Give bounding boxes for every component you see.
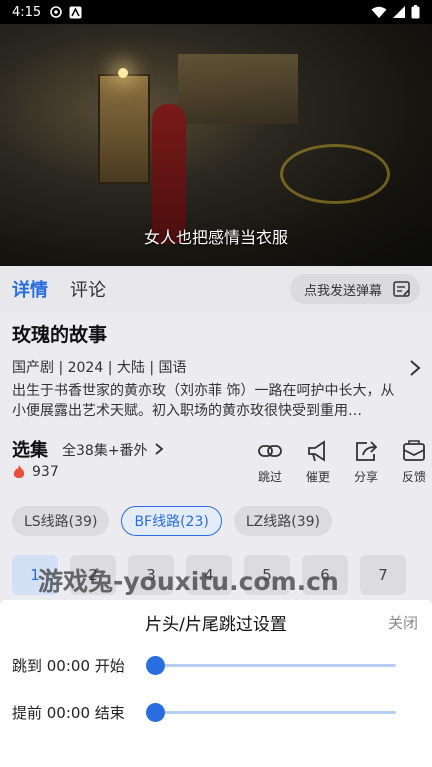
- tab-comments[interactable]: 评论: [70, 276, 106, 302]
- scene-bicycles: [280, 144, 390, 204]
- close-button[interactable]: 关闭: [388, 612, 418, 633]
- scene-person: [152, 104, 186, 244]
- video-subtitle: 女人也把感情当衣服: [143, 228, 288, 247]
- episodes-header: 选集 全38集+番外 937 跳过 催更 分享 反馈: [12, 436, 432, 486]
- notification-a-icon: [69, 6, 82, 18]
- intro-skip-row: 跳到 00:00 开始: [12, 653, 422, 677]
- skip-button[interactable]: 跳过: [246, 438, 294, 485]
- urge-update-button[interactable]: 催更: [294, 438, 342, 485]
- wifi-icon: [371, 6, 387, 18]
- share-icon: [356, 441, 378, 461]
- chevron-right-icon[interactable]: [408, 358, 422, 378]
- feedback-mail-icon: [403, 440, 425, 461]
- intro-slider-thumb[interactable]: [146, 655, 165, 675]
- episodes-title: 选集: [12, 440, 48, 461]
- feedback-label: 反馈: [401, 470, 426, 484]
- tab-details[interactable]: 详情: [12, 276, 48, 302]
- outro-skip-row: 提前 00:00 结束: [12, 700, 422, 724]
- route-selector: LS线路(39) BF线路(23) LZ线路(39): [12, 506, 332, 536]
- feedback-button[interactable]: 反馈: [390, 438, 432, 485]
- outro-slider-thumb[interactable]: [146, 702, 165, 722]
- scene-window: [178, 54, 298, 124]
- status-bar: 4:15: [0, 0, 432, 24]
- skip-settings-sheet: 片头/片尾跳过设置 关闭 跳到 00:00 开始 提前 00:00 结束: [0, 600, 432, 767]
- fire-icon: [13, 465, 25, 478]
- signal-icon: [393, 6, 405, 18]
- scene-lamp: [118, 68, 128, 78]
- video-player[interactable]: 女人也把感情当衣服: [0, 24, 432, 266]
- route-lz[interactable]: LZ线路(39): [233, 506, 332, 536]
- sheet-title: 片头/片尾跳过设置: [145, 615, 287, 635]
- show-title: 玫瑰的故事: [12, 324, 108, 346]
- show-info[interactable]: 玫瑰的故事 国产剧 | 2024 | 大陆 | 国语 出生于书香世家的黄亦玫（刘…: [12, 320, 412, 421]
- episodes-chevron-icon[interactable]: [154, 442, 164, 456]
- link-skip-icon: [258, 445, 282, 457]
- sync-icon: [50, 6, 63, 18]
- route-bf[interactable]: BF线路(23): [121, 506, 222, 536]
- intro-skip-slider[interactable]: [146, 655, 396, 675]
- episode-actions: 跳过 催更 分享 反馈: [246, 438, 432, 485]
- danmu-input-button[interactable]: 点我发送弹幕: [289, 274, 420, 304]
- danmu-label: 点我发送弹幕: [303, 283, 382, 299]
- hot-count: 937: [12, 464, 59, 480]
- episode-item[interactable]: 7: [360, 555, 406, 595]
- outro-skip-slider[interactable]: [146, 702, 396, 722]
- outro-skip-label: 提前 00:00 结束: [12, 703, 125, 722]
- urge-update-label: 催更: [305, 470, 330, 484]
- danmu-edit-icon: [393, 281, 410, 297]
- show-meta: 国产剧 | 2024 | 大陆 | 国语: [12, 360, 187, 376]
- share-label: 分享: [353, 470, 378, 484]
- intro-skip-label: 跳到 00:00 开始: [12, 656, 125, 675]
- route-ls[interactable]: LS线路(39): [12, 506, 110, 536]
- battery-icon: [411, 5, 420, 19]
- scene-door: [98, 74, 150, 184]
- show-description: 出生于书香世家的黄亦玫（刘亦菲 饰）一路在呵护中长大，从小便展露出艺术天赋。初入…: [12, 383, 395, 419]
- skip-label: 跳过: [257, 470, 282, 484]
- megaphone-icon: [308, 440, 325, 462]
- detail-tabs: 详情 评论 点我发送弹幕: [0, 266, 432, 312]
- share-button[interactable]: 分享: [342, 438, 390, 485]
- episodes-count-link[interactable]: 全38集+番外: [62, 440, 148, 460]
- status-time: 4:15: [12, 4, 42, 20]
- watermark: 游戏兔-youxitu.com.cn: [38, 567, 339, 596]
- hot-value: 937: [32, 464, 59, 480]
